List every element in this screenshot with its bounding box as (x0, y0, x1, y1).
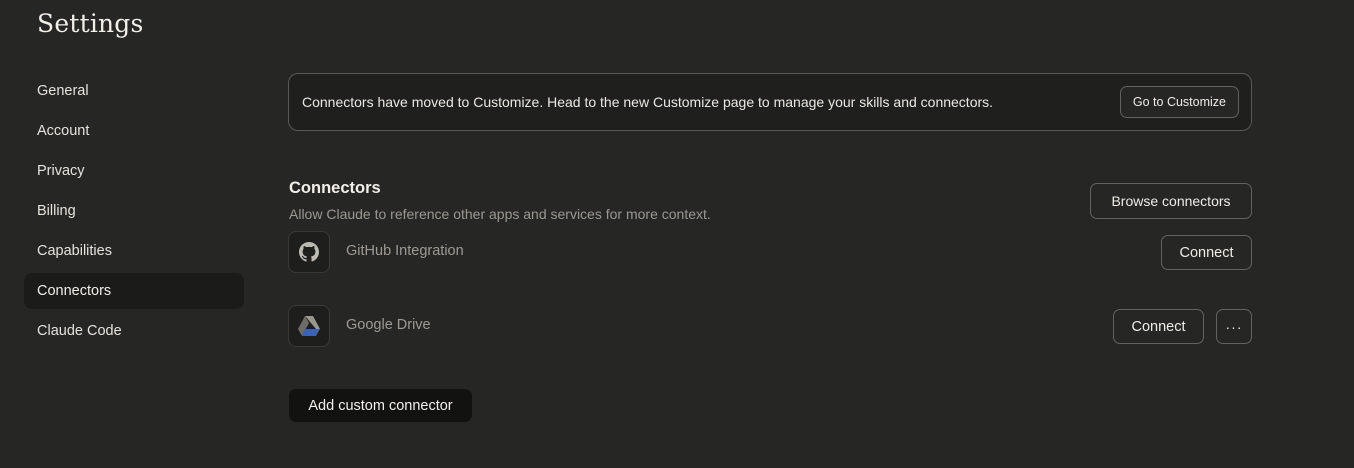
connectors-section-header: Connectors Allow Claude to reference oth… (288, 165, 1252, 222)
sidebar-item-connectors[interactable]: Connectors (24, 273, 244, 309)
sidebar-item-billing[interactable]: Billing (24, 193, 244, 229)
sidebar-item-claude-code[interactable]: Claude Code (24, 313, 244, 349)
connector-name: Google Drive (346, 317, 431, 333)
settings-sidebar: General Account Privacy Billing Capabili… (24, 73, 244, 353)
connector-row-google-drive: Google Drive Connect ··· (288, 305, 1252, 347)
google-drive-connect-button[interactable]: Connect (1113, 309, 1204, 344)
connector-name: GitHub Integration (346, 243, 464, 259)
go-to-customize-button[interactable]: Go to Customize (1119, 86, 1239, 118)
add-custom-connector-button[interactable]: Add custom connector (289, 389, 472, 422)
sidebar-item-privacy[interactable]: Privacy (24, 153, 244, 189)
page-title: Settings (37, 9, 144, 38)
github-icon (288, 231, 330, 273)
browse-connectors-button[interactable]: Browse connectors (1090, 183, 1252, 219)
github-connect-button[interactable]: Connect (1161, 235, 1252, 270)
sidebar-item-general[interactable]: General (24, 73, 244, 109)
google-drive-icon (288, 305, 330, 347)
connectors-panel: Connectors have moved to Customize. Head… (288, 73, 1252, 422)
more-options-button[interactable]: ··· (1216, 309, 1252, 344)
section-title: Connectors (289, 179, 381, 197)
banner-text: Connectors have moved to Customize. Head… (302, 94, 994, 110)
sidebar-item-capabilities[interactable]: Capabilities (24, 233, 244, 269)
sidebar-item-account[interactable]: Account (24, 113, 244, 149)
connector-row-github: GitHub Integration Connect (288, 231, 1252, 273)
customize-moved-banner: Connectors have moved to Customize. Head… (288, 73, 1252, 131)
section-subtitle: Allow Claude to reference other apps and… (289, 206, 711, 222)
